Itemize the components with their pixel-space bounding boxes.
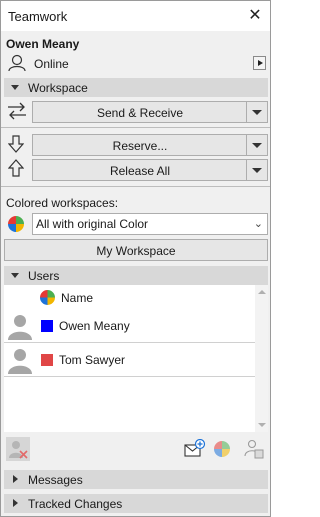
scroll-down-icon[interactable]: [258, 423, 266, 427]
send-receive-button[interactable]: Send & Receive: [32, 101, 268, 123]
expand-triangle-icon: [13, 475, 18, 483]
color-wheel-icon[interactable]: [214, 441, 230, 457]
window-title: Teamwork: [8, 9, 68, 24]
release-all-dropdown[interactable]: [246, 160, 267, 180]
user-color-swatch: [41, 320, 53, 332]
release-arrow-up-icon: [8, 159, 24, 177]
teamwork-panel: Teamwork ✕ Owen Meany Online Workspace S…: [0, 0, 271, 517]
close-icon[interactable]: ✕: [244, 5, 266, 27]
expand-triangle-icon: [13, 499, 18, 507]
user-settings-icon[interactable]: [244, 439, 264, 459]
users-section-header[interactable]: Users: [4, 266, 268, 285]
section-label: Workspace: [28, 81, 88, 95]
user-color-swatch: [41, 354, 53, 366]
tracked-changes-section-header[interactable]: Tracked Changes: [4, 494, 268, 513]
user-name: Owen Meany: [59, 319, 130, 333]
user-name: Tom Sawyer: [59, 353, 126, 367]
send-message-icon[interactable]: [184, 439, 206, 459]
scroll-up-icon[interactable]: [258, 290, 266, 294]
color-wheel-icon: [40, 290, 55, 305]
reserve-arrow-down-icon: [8, 135, 24, 153]
user-avatar-icon: [8, 315, 32, 340]
release-all-button[interactable]: Release All: [32, 159, 268, 181]
user-name: Owen Meany: [6, 37, 80, 51]
users-toolbar: [4, 434, 268, 464]
section-label: Messages: [28, 473, 83, 487]
section-label: Users: [28, 269, 60, 283]
colored-workspaces-label: Colored workspaces:: [6, 196, 119, 210]
user-row[interactable]: Owen Meany: [4, 309, 255, 343]
user-avatar-icon: [8, 349, 32, 374]
section-label: Tracked Changes: [28, 497, 123, 511]
users-list: Name Owen Meany Tom Sawyer: [4, 285, 268, 432]
status-text: Online: [34, 57, 69, 71]
reserve-dropdown[interactable]: [246, 135, 267, 155]
divider: [1, 186, 270, 187]
chevron-down-icon: ⌄: [253, 218, 263, 230]
user-status-icon: [8, 54, 26, 72]
send-receive-dropdown[interactable]: [246, 102, 267, 122]
divider: [1, 127, 270, 128]
user-row[interactable]: Tom Sawyer: [4, 343, 255, 377]
workspace-section-header[interactable]: Workspace: [4, 78, 268, 97]
collapse-triangle-icon: [11, 85, 19, 90]
my-workspace-button[interactable]: My Workspace: [4, 239, 268, 261]
status-menu-arrow[interactable]: [253, 56, 266, 70]
reserve-button[interactable]: Reserve...: [32, 134, 268, 156]
name-column-header[interactable]: Name: [61, 291, 93, 305]
messages-section-header[interactable]: Messages: [4, 470, 268, 489]
color-wheel-icon: [8, 216, 24, 232]
send-receive-arrows-icon: [8, 102, 26, 120]
remove-user-icon[interactable]: [6, 437, 30, 461]
users-list-scrollbar[interactable]: [255, 285, 268, 432]
title-bar: Teamwork ✕: [1, 1, 270, 31]
colored-workspaces-select[interactable]: All with original Color ⌄: [32, 213, 268, 235]
collapse-triangle-icon: [11, 273, 19, 278]
